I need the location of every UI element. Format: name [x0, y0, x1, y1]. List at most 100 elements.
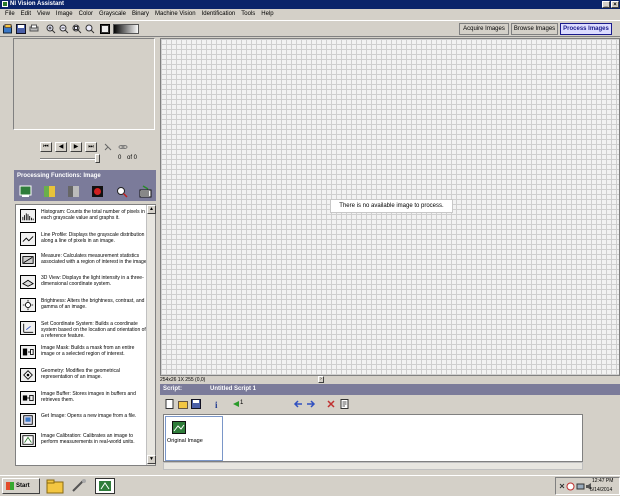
previous-image-button[interactable]: ◀	[55, 142, 67, 152]
new-script-icon[interactable]	[165, 399, 175, 409]
scroll-up-icon[interactable]: ▲	[147, 205, 156, 214]
machine-vision-category-icon[interactable]	[115, 185, 128, 198]
script-properties-icon[interactable]	[340, 399, 350, 409]
function-label: Image Calibration: Calibrates an image t…	[41, 433, 135, 446]
image-mask-icon	[20, 345, 36, 359]
next-image-button[interactable]: ▶	[70, 142, 82, 152]
grayscale-category-icon[interactable]	[67, 185, 80, 198]
histogram-icon	[20, 209, 36, 223]
run-once-icon[interactable]	[232, 399, 240, 409]
open-script-icon[interactable]	[178, 399, 188, 409]
tab-browse-images[interactable]: Browse Images	[511, 23, 558, 35]
clock-time: 12:47 PM	[592, 478, 614, 484]
image-calibration-icon	[20, 433, 36, 447]
image-scroll-right-icon[interactable]: ›	[318, 376, 324, 383]
save-icon[interactable]	[16, 24, 26, 34]
function-label: Get Image: Opens a new image from a file…	[41, 413, 137, 419]
tool-launch-icon[interactable]	[70, 478, 88, 494]
menu-identification[interactable]: Identification	[199, 9, 239, 20]
menu-bar: File Edit View Image Color Grayscale Bin…	[0, 9, 620, 20]
zoom-out-icon[interactable]	[59, 24, 69, 34]
function-label: Geometry: Modifies the geometrical repre…	[41, 368, 120, 381]
menu-file[interactable]: File	[2, 9, 18, 20]
identification-category-icon[interactable]	[139, 185, 152, 198]
function-label: Image Mask: Builds a mask from an entire…	[41, 345, 135, 358]
vision-assistant-task-icon[interactable]	[95, 478, 115, 494]
move-step-right-icon[interactable]	[306, 399, 316, 409]
measure-icon	[20, 253, 36, 267]
tab-process-images[interactable]: Process Images	[560, 23, 612, 35]
grayscale-ramp-icon[interactable]	[113, 24, 139, 34]
functions-scrollbar[interactable]: ▲ ▼	[146, 205, 156, 465]
menu-help[interactable]: Help	[258, 9, 276, 20]
remove-image-icon[interactable]	[103, 142, 113, 152]
script-step-original-image[interactable]: Original Image	[165, 416, 223, 461]
brightness-icon	[20, 298, 36, 312]
window-title: NI Vision Assistant	[10, 1, 65, 7]
delete-step-icon[interactable]	[326, 399, 336, 409]
3d-view-icon	[20, 275, 36, 289]
step-counter: 1	[240, 400, 244, 406]
geometry-icon	[20, 368, 36, 382]
first-image-button[interactable]: ⏮	[40, 142, 52, 152]
script-horizontal-scrollbar[interactable]	[163, 462, 583, 470]
menu-edit[interactable]: Edit	[18, 9, 34, 20]
image-preview-pane	[13, 38, 155, 130]
scroll-down-icon[interactable]: ▼	[147, 455, 156, 464]
function-label: Measure: Calculates measurement statisti…	[41, 253, 149, 266]
minimize-button[interactable]: _	[602, 1, 610, 8]
menu-view[interactable]: View	[34, 9, 53, 20]
open-image-icon[interactable]	[3, 24, 13, 34]
info-icon[interactable]: i	[212, 399, 222, 409]
close-button[interactable]: ×	[611, 1, 619, 8]
script-steps-area[interactable]	[163, 414, 583, 462]
frame-slider-track[interactable]	[40, 158, 100, 160]
no-image-message: There is no available image to process.	[330, 199, 453, 213]
title-bar: NI Vision Assistant _ ×	[0, 0, 620, 9]
menu-machine-vision[interactable]: Machine Vision	[152, 9, 199, 20]
line-profile-icon	[20, 232, 36, 246]
menu-grayscale[interactable]: Grayscale	[96, 9, 129, 20]
menu-image[interactable]: Image	[53, 9, 76, 20]
current-frame-number: 0	[118, 155, 122, 161]
print-icon[interactable]	[29, 24, 39, 34]
frame-total: of 0	[127, 155, 138, 161]
clock-date: 5/14/2014	[590, 487, 613, 493]
coordinate-system-icon	[20, 321, 36, 335]
binary-category-icon[interactable]	[91, 185, 104, 198]
color-category-icon[interactable]	[43, 185, 56, 198]
script-panel-header: Script: Untitled Script 1	[160, 384, 620, 395]
save-script-icon[interactable]	[191, 399, 201, 409]
processing-functions-list: Histogram: Counts the total number of pi…	[15, 204, 156, 466]
palette-icon[interactable]	[100, 24, 110, 34]
menu-color[interactable]: Color	[76, 9, 96, 20]
tray-alert-icon[interactable]	[566, 482, 575, 491]
menu-binary[interactable]: Binary	[129, 9, 152, 20]
tray-network-icon[interactable]	[576, 482, 585, 491]
tray-arrow-icon[interactable]	[559, 483, 565, 489]
image-category-icon[interactable]	[19, 185, 32, 198]
link-icon[interactable]	[118, 142, 128, 152]
frame-slider-thumb[interactable]	[95, 154, 100, 163]
menu-tools[interactable]: Tools	[238, 9, 258, 20]
zoom-fit-icon[interactable]	[72, 24, 82, 34]
script-toolbar: i 1	[160, 396, 620, 412]
windows-taskbar	[0, 475, 620, 496]
function-label: Set Coordinate System: Builds a coordina…	[41, 321, 146, 340]
zoom-in-icon[interactable]	[46, 24, 56, 34]
svg-text:i: i	[215, 400, 218, 409]
explorer-icon[interactable]	[46, 478, 64, 494]
zoom-1to1-icon[interactable]	[85, 24, 95, 34]
tab-acquire-images[interactable]: Acquire Images	[459, 23, 509, 35]
start-button[interactable]: Start	[2, 478, 40, 494]
processing-functions-header: Processing Functions: Image	[14, 170, 156, 182]
move-step-left-icon[interactable]	[293, 399, 303, 409]
function-label: Line Profile: Displays the grayscale dis…	[41, 232, 145, 245]
function-label: Brightness: Alters the brightness, contr…	[41, 298, 145, 311]
image-status-line: 254x26 1X 255 (0,0)	[160, 377, 206, 383]
last-image-button[interactable]: ⏭	[85, 142, 97, 152]
image-buffer-icon	[20, 391, 36, 405]
original-image-icon	[172, 421, 186, 434]
start-label: Start	[16, 483, 30, 489]
main-toolbar: Acquire Images Browse Images Process Ima…	[0, 20, 620, 37]
